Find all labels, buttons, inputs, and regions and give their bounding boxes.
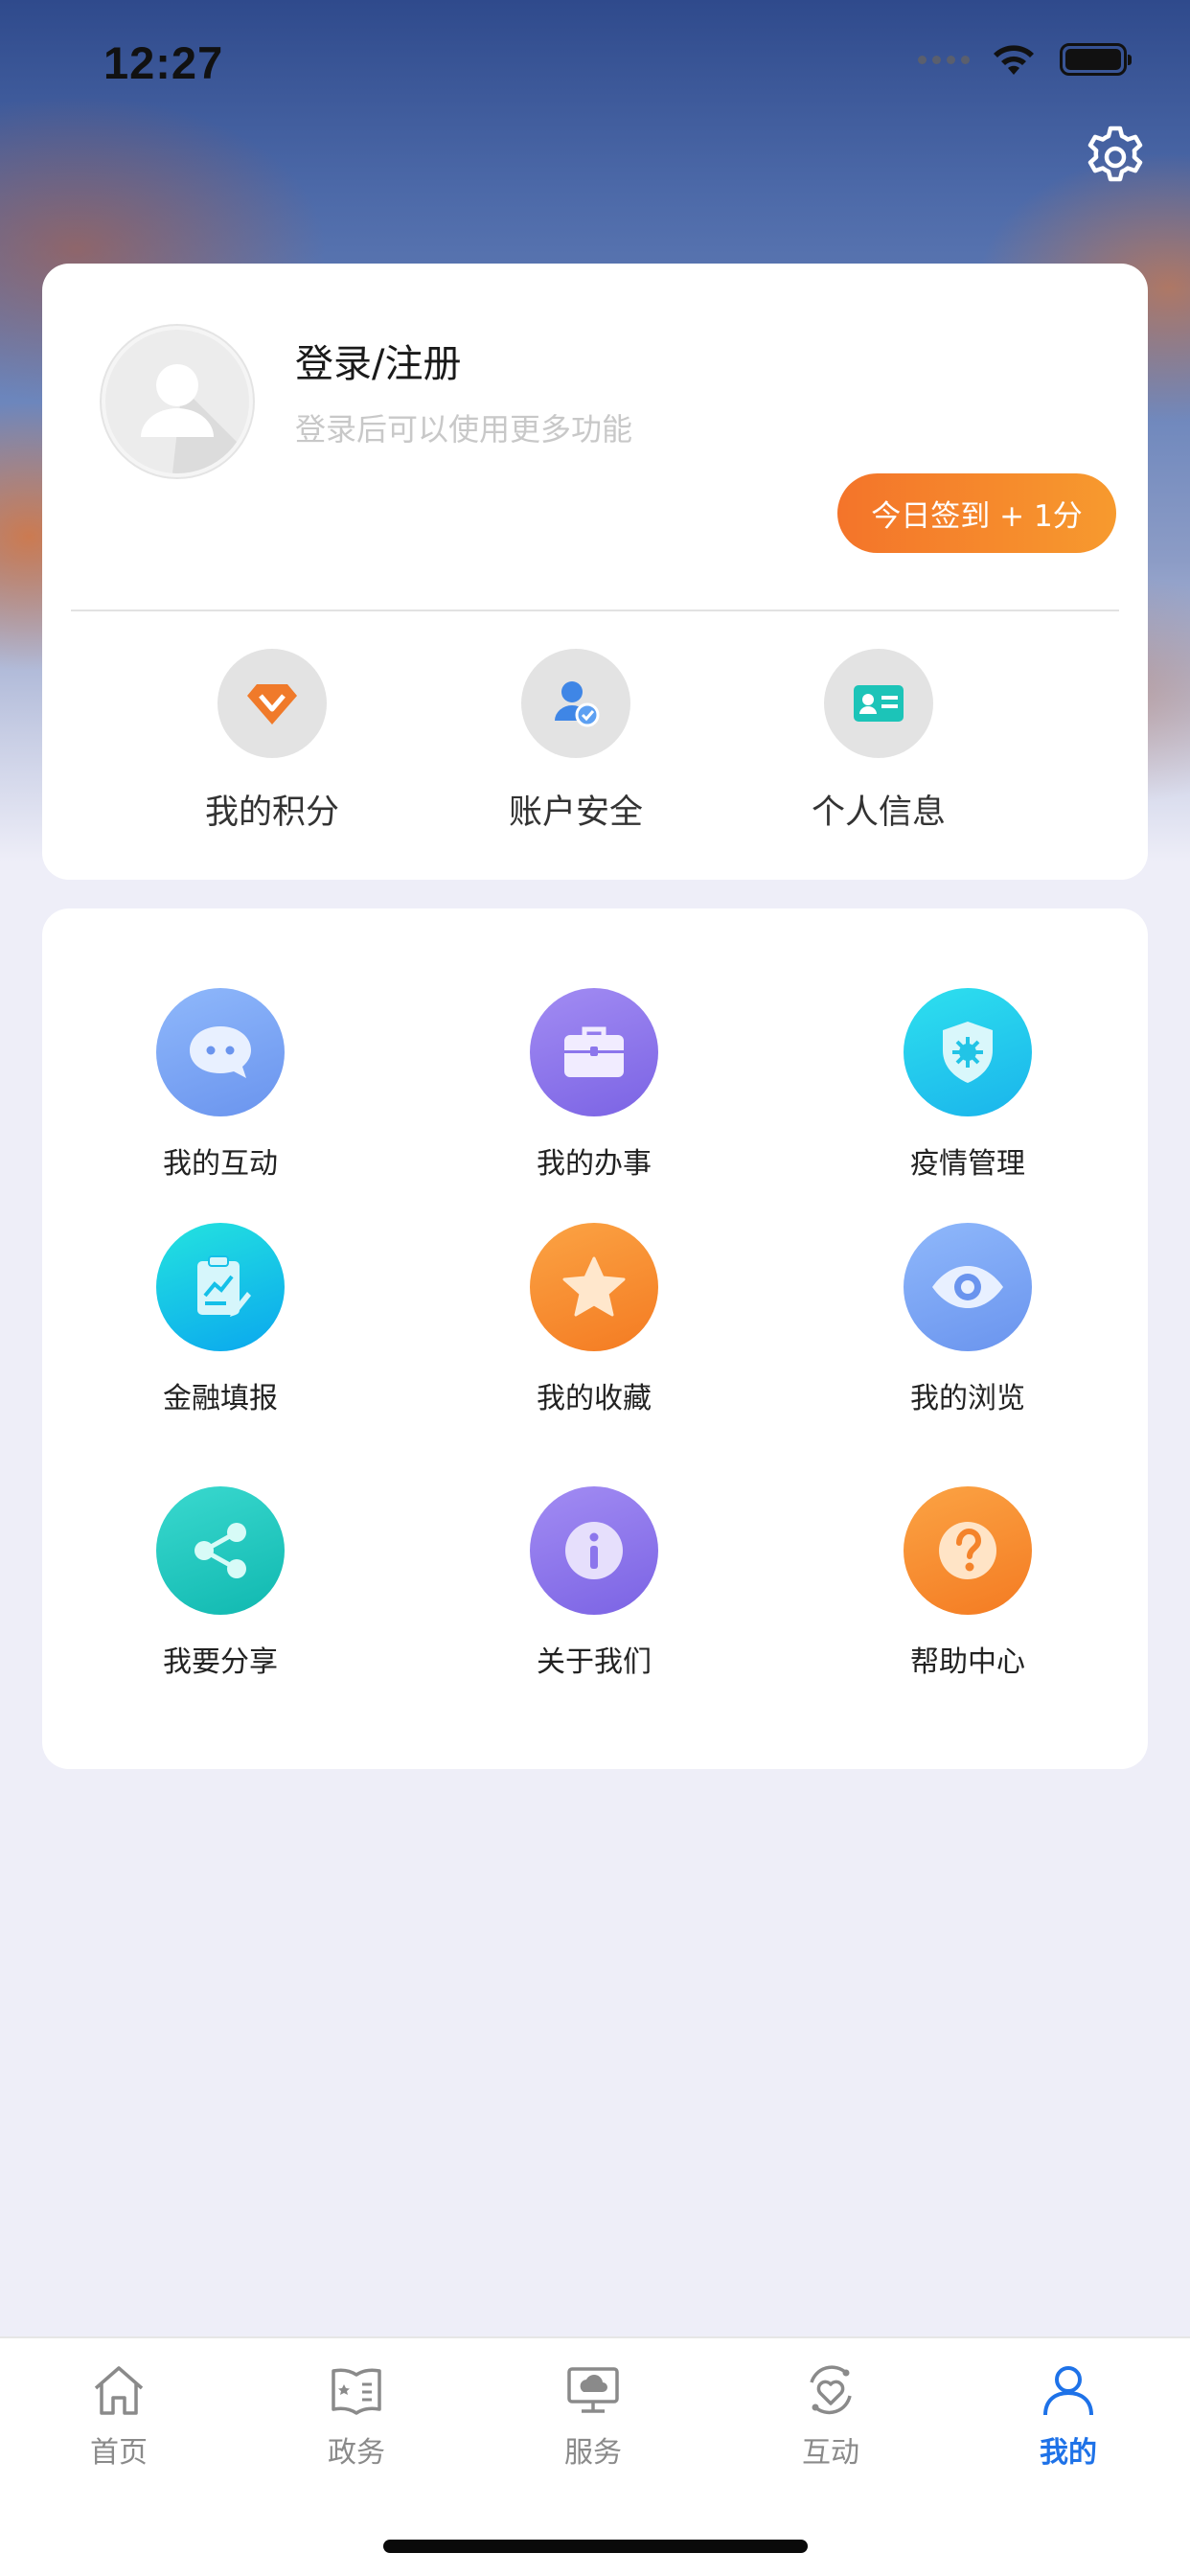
heart-interaction-icon bbox=[810, 2365, 852, 2415]
quick-link-label: 个人信息 bbox=[811, 794, 946, 832]
id-card-icon bbox=[824, 649, 933, 758]
quick-link-points[interactable]: 我的积分 bbox=[167, 649, 378, 834]
status-indicators bbox=[918, 42, 1132, 77]
tab-label: 政务 bbox=[328, 2436, 385, 2470]
user-icon bbox=[1043, 2366, 1093, 2416]
menu-financial-report[interactable]: 金融填报 bbox=[86, 1223, 355, 1416]
menu-label: 我的浏览 bbox=[910, 1382, 1025, 1415]
menu-label: 我要分享 bbox=[163, 1645, 278, 1679]
cellular-signal-icon bbox=[918, 55, 970, 64]
menu-label: 我的互动 bbox=[163, 1147, 278, 1181]
share-icon bbox=[156, 1486, 285, 1615]
question-icon bbox=[904, 1486, 1032, 1615]
tab-services[interactable]: 服务 bbox=[516, 2363, 670, 2471]
login-register-link[interactable]: 登录/注册 bbox=[295, 333, 461, 388]
battery-icon bbox=[1060, 43, 1132, 76]
menu-my-browsing[interactable]: 我的浏览 bbox=[834, 1223, 1102, 1416]
status-time: 12:27 bbox=[103, 37, 224, 88]
chat-bubble-icon bbox=[156, 988, 285, 1116]
tab-label: 首页 bbox=[90, 2436, 148, 2470]
menu-about-us[interactable]: 关于我们 bbox=[460, 1486, 728, 1680]
home-icon bbox=[94, 2366, 144, 2415]
settings-gear-icon[interactable] bbox=[1083, 125, 1148, 190]
menu-label: 关于我们 bbox=[537, 1645, 652, 1679]
menu-my-interaction[interactable]: 我的互动 bbox=[86, 988, 355, 1182]
profile-card: 登录/注册 登录后可以使用更多功能 今日签到 + 1分 我的积分 账户安全 个人… bbox=[42, 264, 1148, 880]
quick-link-personal-info[interactable]: 个人信息 bbox=[773, 649, 984, 834]
tab-mine[interactable]: 我的 bbox=[992, 2363, 1145, 2471]
menu-epidemic-management[interactable]: 疫情管理 bbox=[834, 988, 1102, 1182]
login-hint: 登录后可以使用更多功能 bbox=[295, 411, 633, 448]
wifi-icon bbox=[994, 45, 1034, 75]
menu-my-favorites[interactable]: 我的收藏 bbox=[460, 1223, 728, 1416]
daily-signin-button[interactable]: 今日签到 + 1分 bbox=[837, 473, 1116, 553]
default-avatar-icon bbox=[141, 364, 249, 473]
tab-government[interactable]: 政务 bbox=[280, 2363, 433, 2471]
quick-link-account-security[interactable]: 账户安全 bbox=[470, 649, 681, 834]
eye-icon bbox=[904, 1223, 1032, 1351]
briefcase-icon bbox=[530, 988, 658, 1116]
divider bbox=[71, 610, 1119, 611]
menu-label: 帮助中心 bbox=[910, 1645, 1025, 1679]
quick-link-label: 账户安全 bbox=[508, 794, 643, 832]
tab-label: 服务 bbox=[564, 2436, 622, 2470]
star-icon bbox=[530, 1223, 658, 1351]
tab-interaction[interactable]: 互动 bbox=[754, 2363, 907, 2471]
clipboard-chart-icon bbox=[156, 1223, 285, 1351]
government-book-icon bbox=[332, 2368, 381, 2415]
home-indicator bbox=[383, 2540, 808, 2553]
menu-help-center[interactable]: 帮助中心 bbox=[834, 1486, 1102, 1680]
avatar[interactable] bbox=[102, 326, 253, 477]
tab-home[interactable]: 首页 bbox=[42, 2363, 195, 2471]
menu-label: 疫情管理 bbox=[910, 1147, 1025, 1181]
info-icon bbox=[530, 1486, 658, 1615]
diamond-icon bbox=[217, 649, 327, 758]
tab-label: 互动 bbox=[802, 2436, 859, 2470]
tab-label: 我的 bbox=[1040, 2436, 1097, 2470]
feature-menu-card: 我的互动 我的办事 疫情管理 金融填报 我的收藏 我的浏览 我要分享 关于我们 … bbox=[42, 908, 1148, 1769]
quick-link-label: 我的积分 bbox=[204, 794, 339, 832]
shield-virus-icon bbox=[904, 988, 1032, 1116]
menu-label: 金融填报 bbox=[163, 1382, 278, 1415]
service-monitor-icon bbox=[567, 2367, 619, 2413]
menu-label: 我的办事 bbox=[537, 1147, 652, 1181]
user-shield-icon bbox=[521, 649, 630, 758]
menu-my-affairs[interactable]: 我的办事 bbox=[460, 988, 728, 1182]
menu-label: 我的收藏 bbox=[537, 1382, 652, 1415]
menu-share[interactable]: 我要分享 bbox=[86, 1486, 355, 1680]
